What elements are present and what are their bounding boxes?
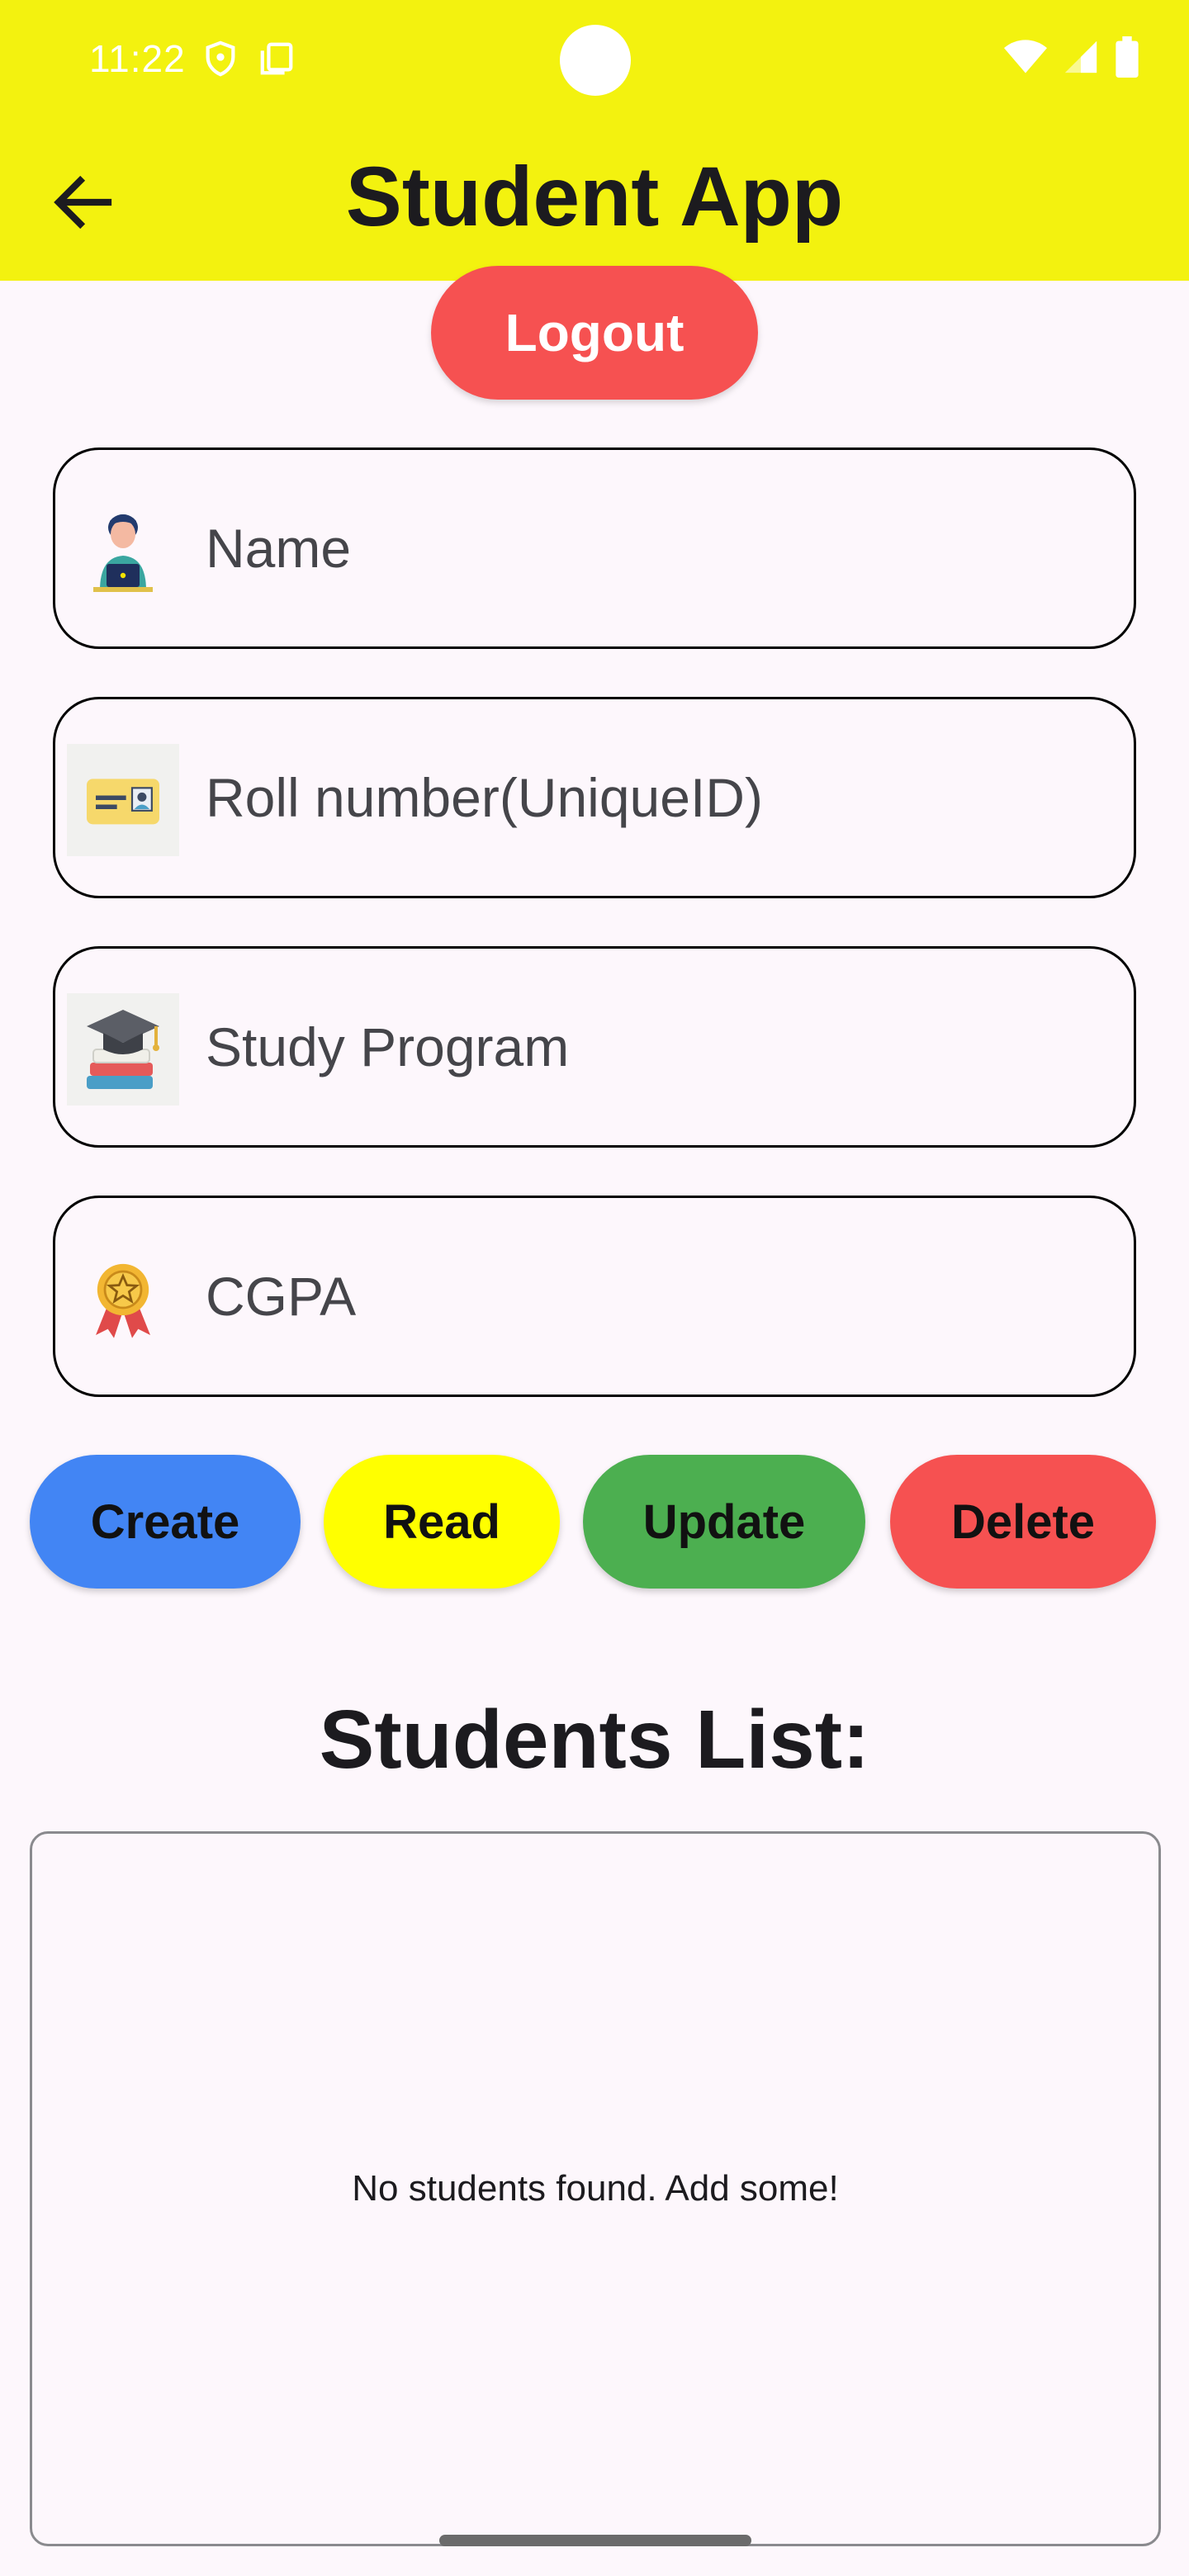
delete-button[interactable]: Delete <box>890 1455 1156 1589</box>
study-program-field[interactable]: Study Program <box>53 946 1136 1148</box>
logout-button[interactable]: Logout <box>431 266 758 400</box>
students-list: No students found. Add some! <box>30 1831 1161 2546</box>
students-list-title: Students List: <box>319 1693 870 1786</box>
read-button[interactable]: Read <box>324 1455 560 1589</box>
home-indicator[interactable] <box>439 2535 751 2546</box>
cgpa-field[interactable]: CGPA <box>53 1196 1136 1397</box>
battery-icon <box>1116 36 1139 78</box>
update-button[interactable]: Update <box>583 1455 865 1589</box>
shield-icon <box>206 40 235 77</box>
id-card-icon <box>67 744 179 856</box>
award-medal-icon <box>67 1243 179 1355</box>
status-icons-right <box>1004 36 1139 78</box>
app-title: Student App <box>345 149 844 244</box>
create-button[interactable]: Create <box>30 1455 301 1589</box>
status-time: 11:22 <box>89 37 186 80</box>
copy-icon <box>260 42 293 75</box>
action-buttons: Create Read Update Delete <box>0 1455 1189 1589</box>
roll-number-placeholder: Roll number(UniqueID) <box>206 767 763 828</box>
study-program-placeholder: Study Program <box>206 1016 570 1077</box>
wifi-icon <box>1004 40 1047 73</box>
student-laptop-icon <box>67 495 179 607</box>
empty-message: No students found. Add some! <box>352 2168 839 2209</box>
signal-icon <box>1064 40 1097 73</box>
status-icons-left <box>201 40 296 78</box>
name-field[interactable]: Name <box>53 447 1136 649</box>
cgpa-placeholder: CGPA <box>206 1266 357 1327</box>
app-bar: 11:22 Student App <box>0 0 1189 281</box>
roll-number-field[interactable]: Roll number(UniqueID) <box>53 697 1136 898</box>
name-placeholder: Name <box>206 518 352 579</box>
camera-cutout <box>560 25 631 96</box>
graduation-cap-books-icon <box>67 993 179 1106</box>
